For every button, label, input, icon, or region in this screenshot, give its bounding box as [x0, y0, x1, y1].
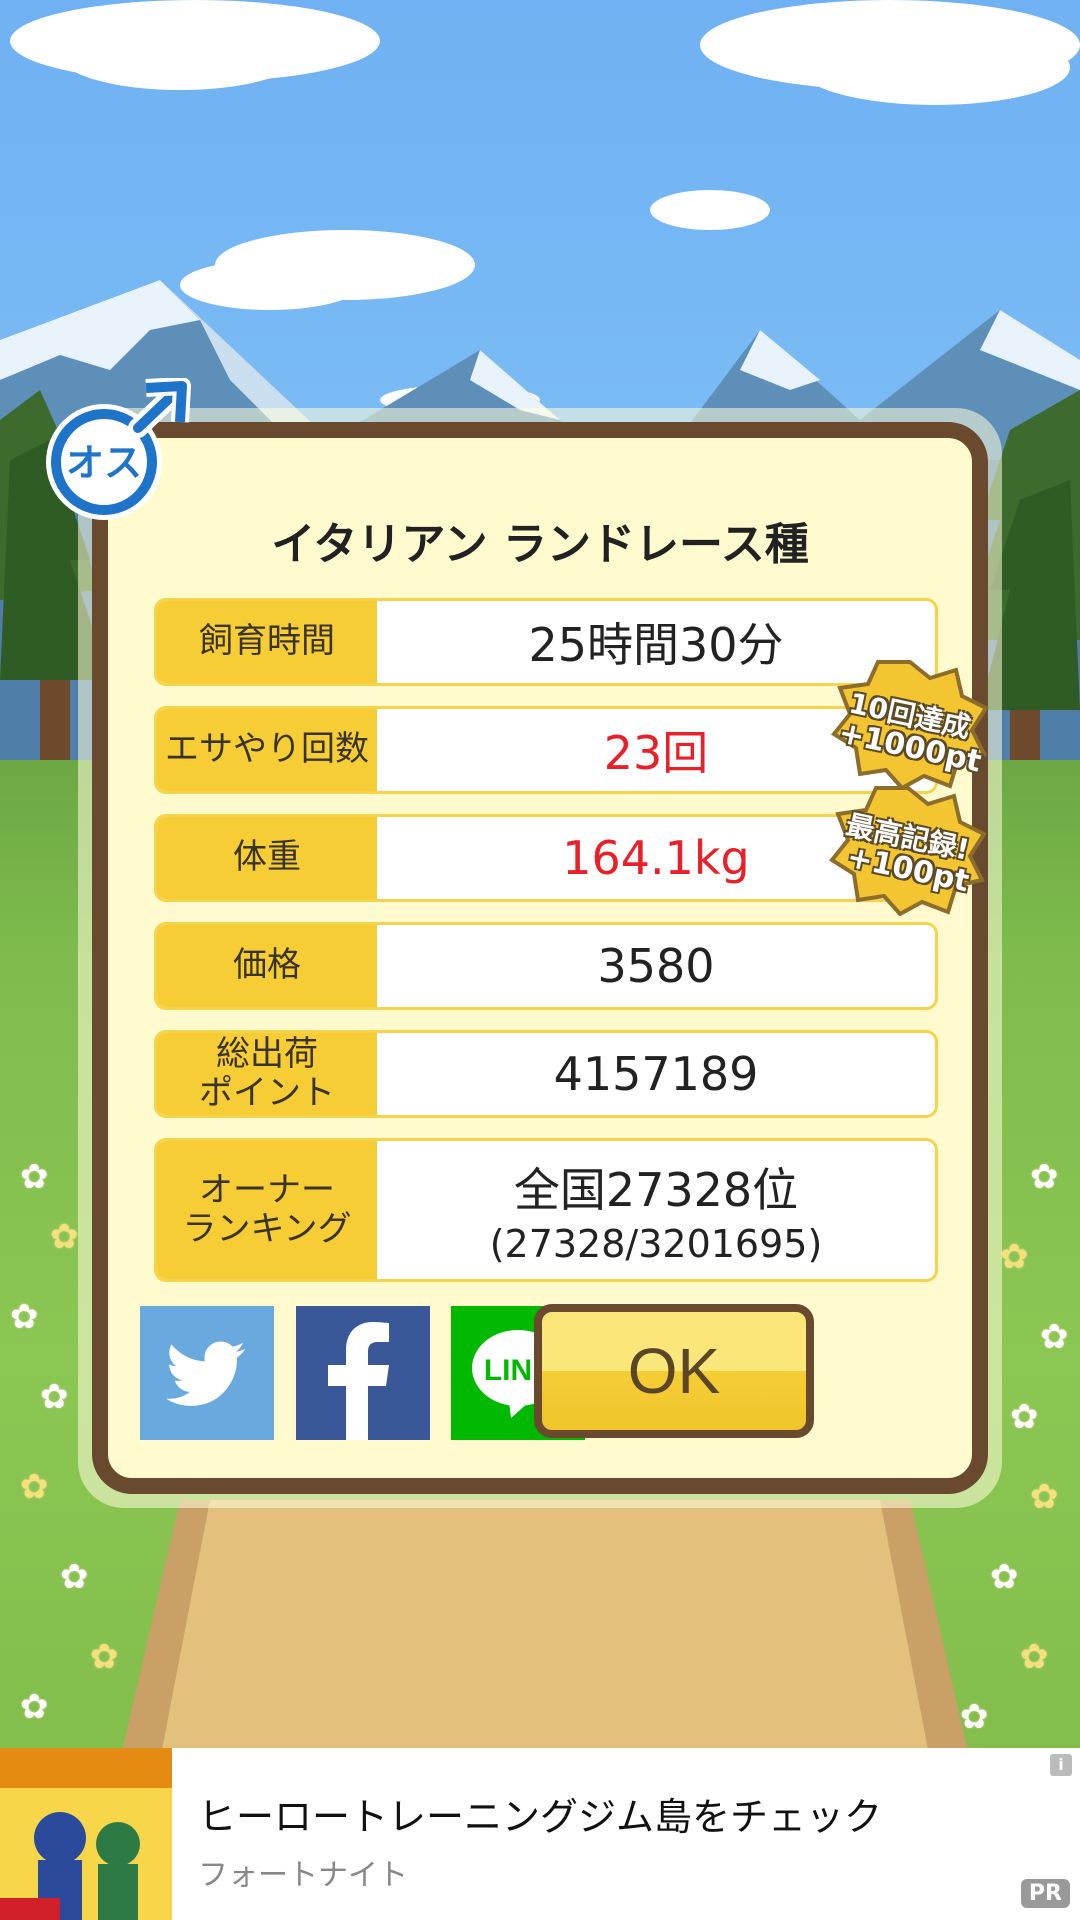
achievement-sticker: 10回達成 +1000pt [830, 660, 990, 790]
flower-decoration: ✿ [10, 1297, 39, 1337]
stat-row-weight: 体重 164.1kg [154, 814, 938, 902]
stat-value: 全国27328位 (27328/3201695) [377, 1141, 935, 1279]
facebook-share-button[interactable] [296, 1306, 430, 1440]
ad-thumbnail-image[interactable] [0, 1748, 172, 1920]
stat-label: エサやり回数 [157, 709, 377, 791]
flower-decoration: ✿ [60, 1557, 89, 1597]
flower-decoration: ✿ [1040, 1317, 1069, 1357]
stat-value: 3580 [597, 939, 715, 993]
ad-info-icon[interactable]: i [1050, 1754, 1072, 1776]
achievement-sticker: 最高記録! +100pt [828, 786, 988, 916]
flower-decoration: ✿ [1000, 1237, 1029, 1277]
stat-row-total-points: 総出荷 ポイント 4157189 [154, 1030, 938, 1118]
ad-title[interactable]: ヒーロートレーニングジム島をチェック [198, 1786, 882, 1841]
stat-row-owner-ranking: オーナー ランキング 全国27328位 (27328/3201695) [154, 1138, 938, 1282]
ad-advertiser: フォートナイト [198, 1858, 408, 1893]
result-dialog: イタリアン ランドレース種 飼育時間 25時間30分 エサやり回数 23回 体重… [92, 422, 988, 1494]
flower-decoration: ✿ [90, 1637, 119, 1677]
stat-label: オーナー ランキング [157, 1141, 377, 1279]
breed-title: イタリアン ランドレース種 [271, 519, 809, 570]
ad-character-artwork [0, 1748, 172, 1920]
flower-decoration: ✿ [40, 1377, 69, 1417]
flower-decoration: ✿ [20, 1467, 49, 1507]
ranking-position: 全国27328位 [513, 1163, 799, 1217]
stat-label: 体重 [157, 817, 377, 899]
twitter-bird-icon [165, 1341, 245, 1406]
flower-decoration: ✿ [960, 1697, 989, 1737]
flower-decoration: ✿ [1020, 1637, 1049, 1677]
stat-row-price: 価格 3580 [154, 922, 938, 1010]
cloud [60, 20, 300, 90]
dirt-path [122, 1500, 968, 1748]
flower-decoration: ✿ [20, 1687, 49, 1727]
stat-label: 総出荷 ポイント [157, 1033, 377, 1115]
flower-decoration: ✿ [20, 1157, 49, 1197]
flower-decoration: ✿ [50, 1217, 79, 1257]
ad-pr-badge: PR [1020, 1879, 1070, 1908]
stat-label: 価格 [157, 925, 377, 1007]
cloud [650, 190, 770, 230]
stat-label: 飼育時間 [157, 601, 377, 683]
stat-row-feeding-count: エサやり回数 23回 [154, 706, 938, 794]
gender-label: オス [66, 441, 142, 485]
stat-value: 4157189 [553, 1047, 759, 1101]
cloud [800, 30, 1070, 105]
male-gender-badge: オス [46, 378, 191, 520]
twitter-share-button[interactable] [140, 1306, 274, 1440]
ok-button[interactable]: OK [534, 1304, 814, 1438]
flower-decoration: ✿ [990, 1557, 1019, 1597]
flower-decoration: ✿ [1030, 1477, 1059, 1517]
stat-row-raising-time: 飼育時間 25時間30分 [154, 598, 938, 686]
flower-decoration: ✿ [1010, 1397, 1039, 1437]
ad-banner[interactable]: ヒーロートレーニングジム島をチェック フォートナイト i PR [0, 1748, 1080, 1920]
flower-decoration: ✿ [1030, 1157, 1059, 1197]
facebook-f-icon [328, 1322, 389, 1440]
ranking-detail: (27328/3201695) [489, 1222, 823, 1266]
